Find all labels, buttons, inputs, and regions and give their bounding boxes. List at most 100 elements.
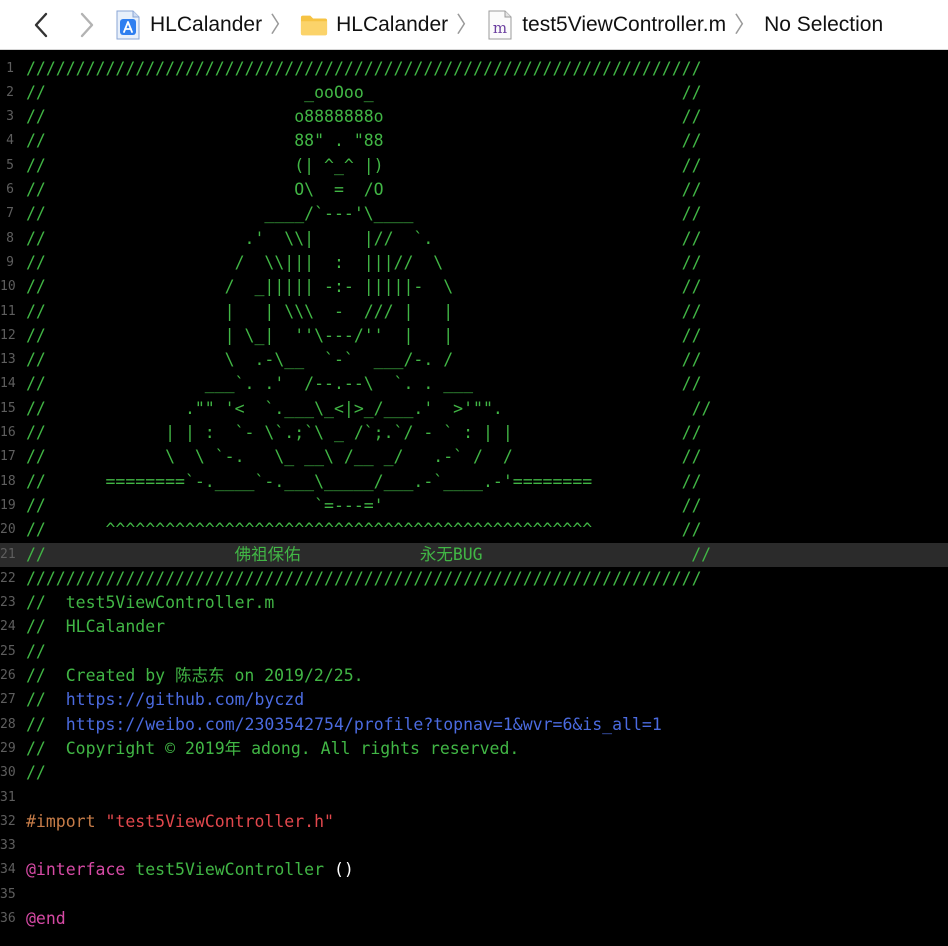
code-line[interactable]: 23 // test5ViewController.m [0,591,948,615]
code-line[interactable]: 22 //////////////////////////////////////… [0,567,948,591]
line-number: 21 [0,546,16,562]
breadcrumb-project[interactable]: HLCalander [114,0,262,49]
code-line[interactable]: 14 // ___`. .' /--.--\ `. . ___ // [0,372,948,396]
token-c: // ___`. .' /--.--\ `. . ___ // [26,374,702,394]
code-text: // 佛祖保佑 永无BUG // [26,543,711,567]
svg-text:m: m [493,19,507,37]
code-line[interactable]: 10 // / _||||| -:- |||||- \ // [0,275,948,299]
token-c: // ."" '< `.___\_<|>_/___.' >'"". // [26,398,712,418]
code-line[interactable]: 24 // HLCalander [0,615,948,639]
line-number: 14 [0,376,16,392]
code-text: // 88" . "88 // [26,129,702,153]
token-c: ////////////////////////////////////////… [26,568,702,588]
code-line[interactable]: 8 // .' \\| |// `. // [0,227,948,251]
code-line[interactable]: 25 // [0,640,948,664]
code-line[interactable]: 4 // 88" . "88 // [0,129,948,153]
chevron-left-icon [34,12,48,37]
breadcrumb-separator: 〉 [456,11,479,37]
breadcrumb-file[interactable]: m test5ViewController.m [486,0,727,49]
line-number: 12 [0,327,16,343]
code-text: // ========`-.____`-.___\_____/___.-`___… [26,470,702,494]
token-url[interactable]: https://weibo.com/2303542754/profile?top… [66,715,662,734]
code-text: // [26,761,46,785]
code-text: // HLCalander [26,615,165,639]
code-line[interactable]: 35 [0,883,948,907]
code-text: // | | \\\ - /// | | // [26,300,702,324]
code-line[interactable]: 30 // [0,761,948,785]
token-c: // Copyright © 2019年 adong. All rights r… [26,738,520,758]
code-line[interactable]: 29 // Copyright © 2019年 adong. All rights… [0,737,948,761]
line-number: 16 [0,425,16,440]
code-line[interactable]: 19 // `=---=' // [0,494,948,518]
code-line[interactable]: 12 // | \_| ''\---/'' | | // [0,324,948,348]
line-number: 18 [0,473,16,489]
source-editor[interactable]: 1///////////////////////////////////////… [0,50,948,946]
code-text: // https://weibo.com/2303542754/profile?… [26,713,662,737]
code-line[interactable]: 36 @end [0,907,948,931]
token-url[interactable]: https://github.com/byczd [66,690,304,709]
code-line[interactable]: 17 // \ \ `-. \_ __\ /__ _/ .-` / / // [0,445,948,469]
line-number: 8 [6,230,14,246]
code-line[interactable]: 9 // / \\||| : |||// \ // [0,251,948,275]
code-line[interactable]: 33 [0,834,948,858]
code-line[interactable]: 16 // | | : `- \`.;`\ _ /`;.`/ - ` : | | … [0,421,948,445]
file-name: test5ViewController.m [522,12,727,36]
folder-name: HLCalander [336,12,449,36]
code-line[interactable]: 15 // ."" '< `.___\_<|>_/___.' >'"". // [0,397,948,421]
code-line[interactable]: 28 // https://weibo.com/2303542754/profil… [0,713,948,737]
line-number: 25 [0,643,16,659]
line-number: 27 [0,692,16,708]
code-line[interactable]: 34 @interface test5ViewController () [0,858,948,882]
token-c: // [26,641,46,661]
code-text: ////////////////////////////////////////… [26,567,702,591]
code-text: // _ooOoo_ // [26,81,702,105]
code-line[interactable]: 2 // _ooOoo_ // [0,81,948,105]
line-number: 15 [0,400,16,416]
code-text: // | \_| ''\---/'' | | // [26,324,702,348]
token-c: // | | \\\ - /// | | // [26,301,702,321]
code-line[interactable]: 7 // ____/`---'\____ // [0,202,948,226]
code-line[interactable]: 32 #import "test5ViewController.h" [0,810,948,834]
forward-button[interactable] [68,0,106,49]
code-text: // ."" '< `.___\_<|>_/___.' >'"". // [26,397,711,421]
code-line[interactable]: 27 // https://github.com/byczd [0,688,948,712]
code-text: @interface test5ViewController () [26,858,354,882]
line-number: 32 [0,813,16,829]
breadcrumb-selection[interactable]: No Selection [764,0,883,49]
code-line[interactable]: 13 // \ .-\__ `-` ___/-. / // [0,348,948,372]
code-line[interactable]: 11 // | | \\\ - /// | | // [0,300,948,324]
token-c: // _ooOoo_ // [26,82,702,102]
token-c: // (| ^_^ |) // [26,155,702,175]
line-number: 4 [6,133,14,149]
token-c: // 88" . "88 // [26,131,702,151]
code-text: // ___`. .' /--.--\ `. . ___ // [26,372,702,396]
token-plain: () [324,860,354,880]
code-line[interactable]: 31 [0,786,948,810]
line-number: 22 [0,570,16,586]
back-button[interactable] [22,0,60,49]
current-line[interactable]: 21 // 佛祖保佑 永无BUG // [0,542,948,567]
code-line[interactable]: 18 // ========`-.____`-.___\_____/___.-`_… [0,470,948,494]
code-text: // Created by 陈志东 on 2019/2/25. [26,664,364,688]
line-number: 1 [6,60,14,76]
code-line[interactable]: 1 ///////////////////////////////////////… [0,57,948,81]
token-c: // | \_| ''\---/'' | | // [26,325,702,345]
code-line[interactable]: 26 // Created by 陈志东 on 2019/2/25. [0,664,948,688]
line-number: 3 [6,109,14,125]
line-number: 20 [0,522,16,538]
line-number: 30 [0,765,16,781]
code-line[interactable]: 20 // ^^^^^^^^^^^^^^^^^^^^^^^^^^^^^^^^^^^… [0,518,948,542]
line-number: 9 [6,254,14,270]
code-line[interactable]: 6 // O\ = /O // [0,178,948,202]
token-c: // [26,690,66,710]
line-number: 29 [0,740,16,756]
line-number: 23 [0,595,16,611]
code-line[interactable]: 5 // (| ^_^ |) // [0,154,948,178]
code-line[interactable]: 3 // o8888888o // [0,105,948,129]
code-text: ////////////////////////////////////////… [26,57,702,81]
breadcrumb-folder[interactable]: HLCalander [300,0,449,49]
line-number: 6 [6,182,14,197]
code-text: // o8888888o // [26,105,702,129]
token-c: // .' \\| |// `. // [26,228,702,248]
code-text: // ____/`---'\____ // [26,202,702,226]
